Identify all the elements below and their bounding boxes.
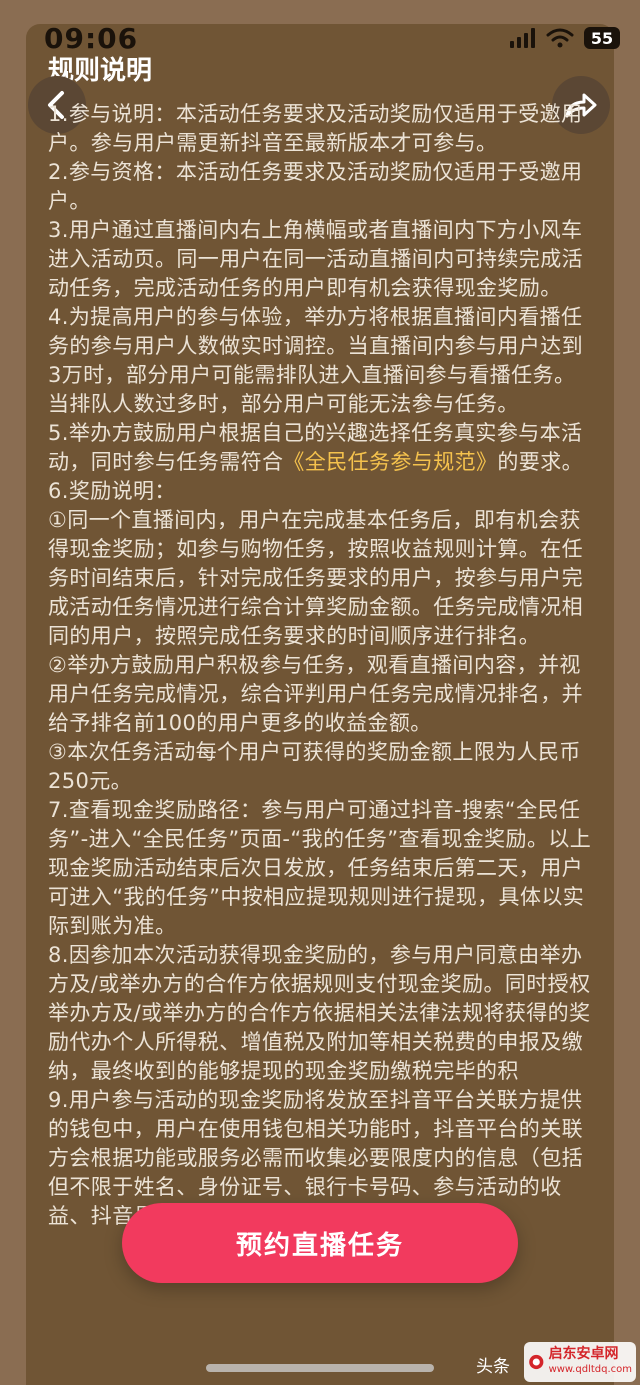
signal-icon (510, 28, 535, 48)
rule-paragraph-5: 5.举办方鼓励用户根据自己的兴趣选择任务真实参与本活动，同时参与任务需符合《全民… (48, 419, 596, 477)
rule-paragraph-7: 7.查看现金奖励路径：参与用户可通过抖音-搜索“全民任务”-进入“全民任务”页面… (48, 798, 592, 938)
status-icons: 55 (510, 25, 620, 51)
status-bar: 09:06 55 (0, 0, 640, 56)
battery-level: 55 (590, 28, 614, 48)
rule-paragraph-3: 3.用户通过直播间内右上角横幅或者直播间内下方小风车进入活动页。同一用户在同一活… (48, 218, 583, 300)
watermark-text: 启东安卓网 www.qdltdq.com (549, 1347, 632, 1377)
rule-paragraph-1: 1.参与说明：本活动任务要求及活动奖励仅适用于受邀用户。参与用户需更新抖音至最新… (48, 102, 583, 155)
watermark-site-url: www.qdltdq.com (548, 1364, 632, 1375)
rule-paragraph-8: 8.因参加本次活动获得现金奖励的，参与用户同意由举办方及/或举办方的合作方依据规… (48, 943, 591, 1083)
rules-content: 1.参与说明：本活动任务要求及活动奖励仅适用于受邀用户。参与用户需更新抖音至最新… (48, 100, 596, 1231)
site-logo-icon (529, 1354, 544, 1370)
reserve-live-task-button[interactable]: 预约直播任务 (122, 1203, 518, 1283)
battery-icon: 55 (584, 27, 620, 49)
home-indicator[interactable] (206, 1364, 434, 1372)
rule-paragraph-6-1: ①同一个直播间内，用户在完成基本任务后，即有机会获得现金奖励；如参与购物任务，按… (48, 508, 583, 648)
watermark-source: 头条 (476, 1357, 510, 1377)
rule-paragraph-6-2: ②举办方鼓励用户积极参与任务，观看直播间内容，并视用户任务完成情况，综合评判用户… (48, 653, 583, 735)
rule-paragraph-6-3: ③本次任务活动每个用户可获得的奖励金额上限为人民币250元。 (48, 740, 581, 793)
page: 09:06 55 规则说明 1.参与说明：本活动任务要求及活动奖励仅适用于受邀用… (0, 0, 640, 1385)
rule-paragraph-2: 2.参与资格：本活动任务要求及活动奖励仅适用于受邀用户。 (48, 160, 583, 213)
rule-paragraph-6: 6.奖励说明： (48, 479, 176, 503)
rule-paragraph-4: 4.为提高用户的参与体验，举办方将根据直播间内看播任务的参与用户人数做实时调控。… (48, 305, 583, 416)
watermark-logo: 启东安卓网 www.qdltdq.com (524, 1342, 636, 1382)
participation-rules-link[interactable]: 《全民任务参与规范》 (283, 450, 497, 474)
wifi-icon (546, 28, 574, 48)
rule-paragraph-5-end: 的要求。 (497, 450, 584, 474)
watermark: 头条 启东安卓网 www.qdltdq.com (468, 1336, 640, 1385)
watermark-site-name: 启东安卓网 (548, 1346, 619, 1362)
